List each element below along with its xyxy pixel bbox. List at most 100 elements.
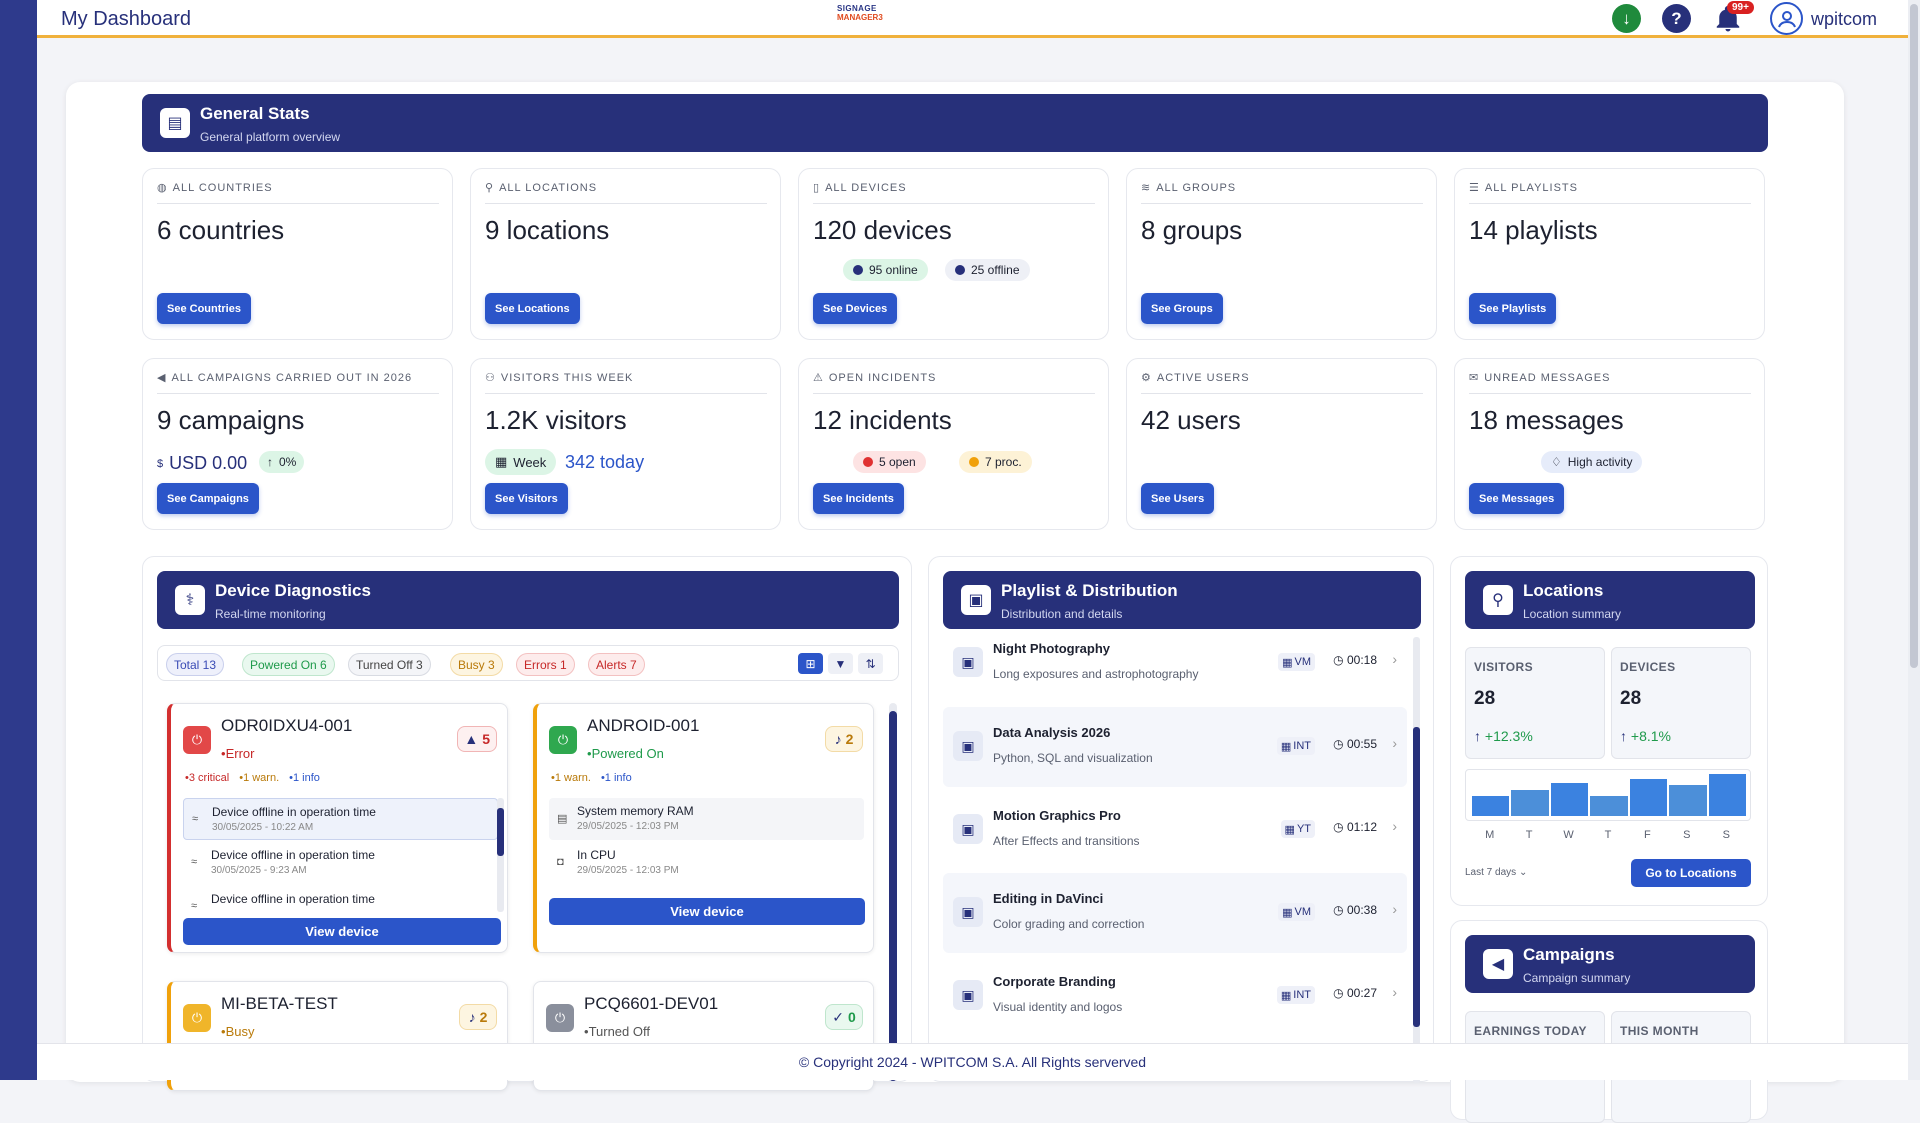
playlist-item-title: Night Photography — [993, 641, 1110, 656]
diagnostics-title: Device Diagnostics — [215, 581, 371, 600]
grid-view-button[interactable]: ⊞ — [798, 653, 823, 674]
day-label: S — [1683, 829, 1691, 841]
event-item[interactable]: ◘ In CPU 29/05/2025 - 12:03 PM — [549, 842, 864, 884]
device-alert-badge[interactable]: ✓ 0 — [825, 1004, 863, 1030]
playlist-item-title: Editing in DaVinci — [993, 891, 1104, 906]
device-alert-count: 0 — [847, 1009, 856, 1025]
arrow-up-icon: ↑ — [1620, 728, 1627, 744]
see-countries-button[interactable]: See Countries — [157, 293, 251, 324]
range-text: Last 7 days — [1465, 867, 1517, 878]
event-title: In CPU — [577, 848, 616, 862]
see-locations-button[interactable]: See Locations — [485, 293, 580, 324]
range-selector[interactable]: Last 7 days ⌄ — [1465, 867, 1527, 878]
locations-panel: ⚲ Locations Location summary VISITORS 28… — [1450, 556, 1768, 906]
location-pin-icon: ⚲ — [1483, 585, 1513, 615]
playlist-item-duration: ◷ 01:12 — [1333, 820, 1377, 834]
playlist-item[interactable]: ▣ Motion Graphics Pro After Effects and … — [943, 790, 1407, 870]
card-groups: ≋ ALL GROUPS 8 groups See Groups — [1126, 168, 1437, 340]
devices-trend-text: +8.1% — [1630, 728, 1671, 744]
see-users-button[interactable]: See Users — [1141, 483, 1215, 514]
visitors-trend: ↑ +12.3% — [1474, 728, 1533, 744]
chevron-right-icon: › — [1392, 984, 1397, 1000]
see-playlists-button[interactable]: See Playlists — [1469, 293, 1557, 324]
devices-scrollbar[interactable] — [889, 703, 897, 1083]
visitors-period-pill[interactable]: ▦ Week — [485, 449, 557, 475]
device-alert-count: 2 — [479, 1009, 488, 1025]
go-to-locations-button[interactable]: Go to Locations — [1631, 859, 1751, 887]
user-icon — [1777, 10, 1796, 27]
filter-powered-on[interactable]: Powered On 6 — [242, 653, 335, 676]
filter-button[interactable]: ▼ — [828, 653, 853, 674]
filter-alerts[interactable]: Alerts 7 — [588, 653, 645, 676]
wifi-icon: ≈ — [191, 856, 198, 868]
see-messages-button[interactable]: See Messages — [1469, 483, 1565, 514]
event-item[interactable]: ▤ System memory RAM 29/05/2025 - 12:03 P… — [549, 798, 864, 840]
username[interactable]: wpitcom — [1811, 9, 1877, 30]
campaign-money: USD 0.00 — [169, 453, 248, 473]
event-item[interactable]: ≈ Device offline in operation time — [183, 886, 498, 914]
see-groups-button[interactable]: See Groups — [1141, 293, 1223, 324]
campaigns-panel: ◀ Campaigns Campaign summary EARNINGS TO… — [1450, 920, 1768, 1123]
card-groups-value: 8 groups — [1141, 215, 1243, 245]
help-button[interactable]: ? — [1662, 4, 1691, 33]
events-scrollbar[interactable] — [497, 798, 504, 912]
pin-icon: ⚲ — [485, 182, 495, 194]
view-device-button[interactable]: View device — [549, 898, 865, 925]
playlist-item-duration: ◷ 00:27 — [1333, 986, 1377, 1000]
event-item[interactable]: ≈ Device offline in operation time 30/05… — [183, 842, 498, 884]
filter-total[interactable]: Total 13 — [166, 653, 225, 676]
card-locations-value: 9 locations — [485, 215, 610, 245]
user-avatar[interactable] — [1770, 2, 1803, 35]
open-incidents-pill: 5 open — [853, 451, 926, 473]
card-incidents-label-row: ⚠ OPEN INCIDENTS — [813, 371, 1095, 394]
playlist-list: ▣ Night Photography Long exposures and a… — [943, 637, 1421, 1083]
signage-manager-logo[interactable]: SIGNAGE MANAGER3 — [837, 4, 903, 34]
filter-busy[interactable]: Busy 3 — [450, 653, 503, 676]
filter-turned-off[interactable]: Turned Off 3 — [348, 653, 431, 676]
grid-icon: ⊞ — [805, 656, 816, 671]
calendar-icon: ▦ — [495, 454, 508, 469]
dashboard-panel: ▤ General Stats General platform overvie… — [66, 82, 1844, 1123]
device-alert-badge[interactable]: ▲ 5 — [457, 726, 497, 752]
card-visitors-label-row: ⚇ VISITORS THIS WEEK — [485, 371, 767, 394]
device-card-odr0idxu4[interactable]: ⏻ ODR0IDXU4-001 •Error ▲ 5 •3 critical •1… — [167, 703, 508, 953]
playlist-item[interactable]: ▣ Night Photography Long exposures and a… — [943, 637, 1407, 703]
offline-dot — [955, 265, 965, 275]
power-icon: ⏻ — [183, 1004, 211, 1032]
see-campaigns-button[interactable]: See Campaigns — [157, 483, 259, 514]
download-button[interactable]: ↓ — [1612, 4, 1641, 33]
playlist-item[interactable]: ▣ Data Analysis 2026 Python, SQL and vis… — [943, 707, 1407, 787]
device-alert-badge[interactable]: ♪ 2 — [825, 726, 863, 752]
playlist-scrollbar[interactable] — [1413, 637, 1420, 1083]
playlist-item[interactable]: ▣ Editing in DaVinci Color grading and c… — [943, 873, 1407, 953]
day-label: S — [1722, 829, 1730, 841]
info-text: 1 info — [293, 772, 320, 784]
info-count: •1 info — [600, 772, 632, 784]
view-device-button[interactable]: View device — [183, 918, 501, 945]
events-scrollbar-thumb[interactable] — [497, 808, 504, 856]
devices-scrollbar-thumb[interactable] — [889, 711, 897, 1081]
device-alert-badge[interactable]: ♪ 2 — [459, 1004, 497, 1030]
duration-text: 00:55 — [1346, 737, 1377, 751]
notifications-button[interactable]: 99+ — [1713, 1, 1754, 34]
see-incidents-button[interactable]: See Incidents — [813, 483, 904, 514]
sort-button[interactable]: ⇅ — [858, 653, 883, 674]
event-item[interactable]: ≈ Device offline in operation time 30/05… — [183, 798, 498, 840]
filter-errors[interactable]: Errors 1 — [516, 653, 575, 676]
device-status-text: Error — [225, 746, 255, 761]
page-scrollbar[interactable] — [1908, 0, 1920, 1080]
device-status-text: Turned Off — [588, 1024, 650, 1039]
campaigns-title: Campaigns — [1523, 945, 1615, 964]
logo-text-line1: SIGNAGE — [837, 4, 877, 13]
playlist-item[interactable]: ▣ Corporate Branding Visual identity and… — [943, 956, 1407, 1036]
device-name: ODR0IDXU4-001 — [221, 716, 353, 735]
playlist-item-desc: Visual identity and logos — [993, 1000, 1123, 1014]
card-users-value: 42 users — [1141, 405, 1241, 435]
wifi-icon: ≈ — [192, 813, 199, 825]
playlist-item-source: ▦ INT — [1276, 737, 1315, 755]
see-devices-button[interactable]: See Devices — [813, 293, 898, 324]
see-visitors-button[interactable]: See Visitors — [485, 483, 568, 514]
device-card-android-001[interactable]: ⏻ ANDROID-001 •Powered On ♪ 2 •1 warn. •1… — [533, 703, 874, 953]
playlist-scrollbar-thumb[interactable] — [1413, 727, 1420, 1027]
page-scrollbar-thumb[interactable] — [1910, 4, 1918, 668]
